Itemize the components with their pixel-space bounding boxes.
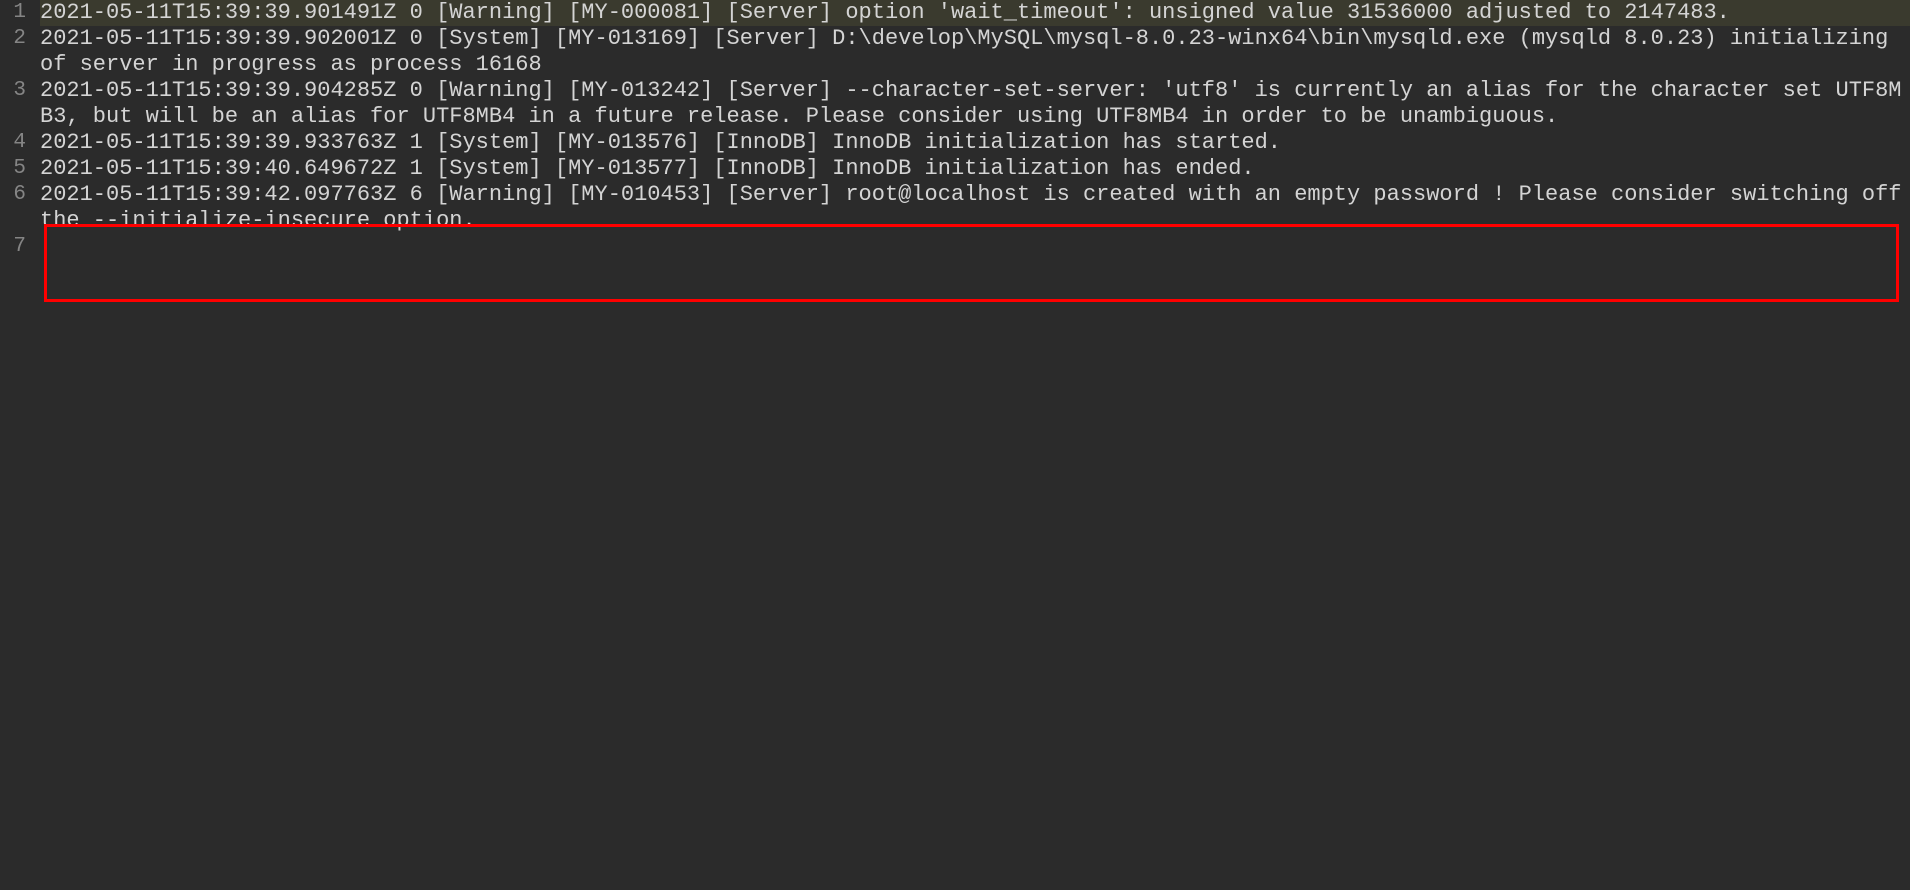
lines-wrapper: 12021-05-11T15:39:39.901491Z 0 [Warning]… — [0, 0, 1910, 890]
line-number: 2 — [0, 26, 40, 78]
editor-line[interactable]: 52021-05-11T15:39:40.649672Z 1 [System] … — [0, 156, 1910, 182]
editor-line[interactable]: 7 — [0, 234, 1910, 260]
line-number: 1 — [0, 0, 40, 26]
editor-line[interactable]: 32021-05-11T15:39:39.904285Z 0 [Warning]… — [0, 78, 1910, 130]
line-text[interactable]: 2021-05-11T15:39:39.902001Z 0 [System] [… — [40, 26, 1910, 78]
editor-container: 12021-05-11T15:39:39.901491Z 0 [Warning]… — [0, 0, 1910, 890]
line-number: 4 — [0, 130, 40, 156]
editor-line[interactable]: 22021-05-11T15:39:39.902001Z 0 [System] … — [0, 26, 1910, 78]
line-text[interactable]: 2021-05-11T15:39:39.933763Z 1 [System] [… — [40, 130, 1910, 156]
line-number: 6 — [0, 182, 40, 234]
line-number: 5 — [0, 156, 40, 182]
editor-line[interactable]: 62021-05-11T15:39:42.097763Z 6 [Warning]… — [0, 182, 1910, 234]
line-text[interactable]: 2021-05-11T15:39:39.904285Z 0 [Warning] … — [40, 78, 1910, 130]
line-text[interactable]: 2021-05-11T15:39:42.097763Z 6 [Warning] … — [40, 182, 1910, 234]
line-number: 7 — [0, 234, 40, 260]
line-text[interactable] — [40, 234, 1910, 260]
line-text[interactable]: 2021-05-11T15:39:39.901491Z 0 [Warning] … — [40, 0, 1910, 26]
editor-line[interactable]: 12021-05-11T15:39:39.901491Z 0 [Warning]… — [0, 0, 1910, 26]
line-number: 3 — [0, 78, 40, 130]
line-text[interactable]: 2021-05-11T15:39:40.649672Z 1 [System] [… — [40, 156, 1910, 182]
editor-line[interactable]: 42021-05-11T15:39:39.933763Z 1 [System] … — [0, 130, 1910, 156]
